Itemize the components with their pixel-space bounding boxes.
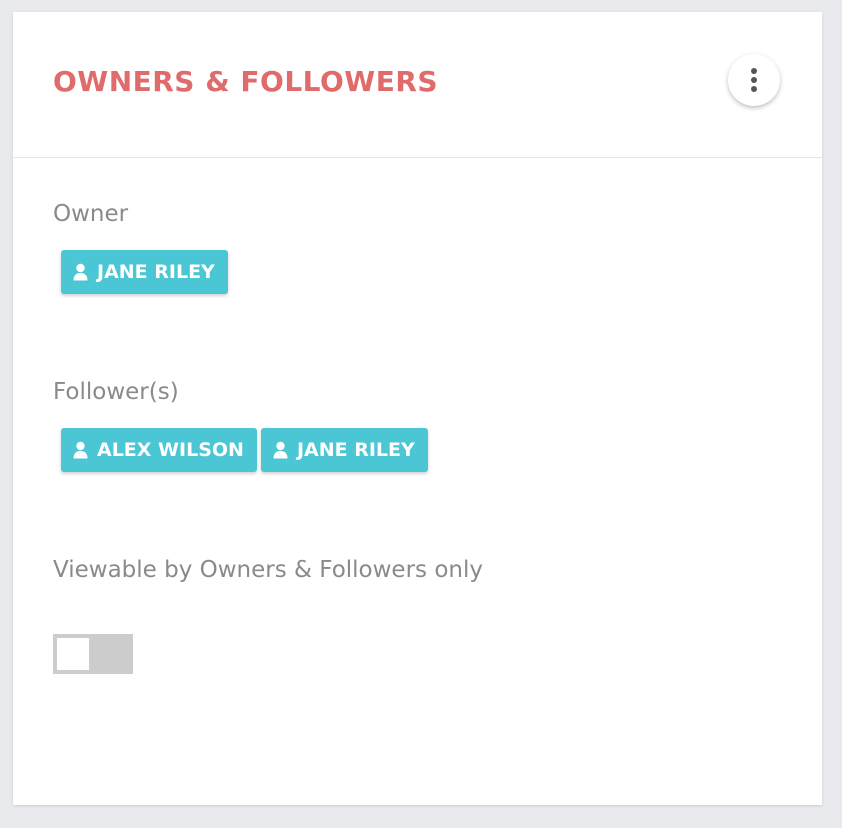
card-header: OWNERS & FOLLOWERS <box>13 12 822 158</box>
follower-chips: ALEX WILSON JANE RILEY <box>61 428 428 472</box>
user-icon <box>73 263 88 281</box>
followers-label: Follower(s) <box>53 379 179 405</box>
follower-chip[interactable]: ALEX WILSON <box>61 428 257 472</box>
visibility-toggle[interactable] <box>53 634 133 674</box>
user-icon <box>73 441 88 459</box>
more-options-button[interactable] <box>728 54 780 106</box>
chip-label: JANE RILEY <box>296 439 415 461</box>
chip-label: ALEX WILSON <box>97 439 244 461</box>
more-vertical-icon <box>751 68 757 74</box>
chip-label: JANE RILEY <box>97 261 215 283</box>
toggle-knob <box>57 638 89 670</box>
owner-chips: JANE RILEY <box>61 250 228 294</box>
more-vertical-icon-dot <box>751 77 757 83</box>
owner-chip[interactable]: JANE RILEY <box>61 250 228 294</box>
follower-chip[interactable]: JANE RILEY <box>260 428 428 472</box>
owner-label: Owner <box>53 201 129 227</box>
owners-followers-card: OWNERS & FOLLOWERS Owner JANE RILEY Foll… <box>13 12 822 805</box>
card-title: OWNERS & FOLLOWERS <box>53 65 439 98</box>
more-vertical-icon-dot <box>751 86 757 92</box>
visibility-label: Viewable by Owners & Followers only <box>53 557 483 583</box>
user-icon <box>273 441 288 459</box>
